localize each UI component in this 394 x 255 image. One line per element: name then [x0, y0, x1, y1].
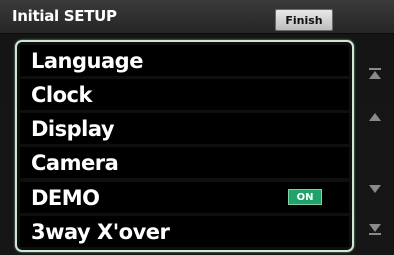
scroll-up-icon: [368, 112, 382, 122]
setup-menu-list: Language Clock Display Camera DEMO ON 3w…: [15, 40, 354, 252]
finish-button[interactable]: Finish: [275, 9, 333, 31]
demo-toggle[interactable]: ON: [288, 189, 322, 205]
menu-item-language[interactable]: Language: [20, 45, 349, 76]
scroll-down-button[interactable]: [364, 178, 386, 200]
menu-item-label: Clock: [31, 82, 92, 107]
page-title: Initial SETUP: [12, 7, 117, 25]
initial-setup-screen: Initial SETUP Finish Language Clock Disp…: [0, 0, 394, 255]
menu-item-label: DEMO: [31, 185, 100, 210]
menu-item-label: 3way X'over: [31, 219, 170, 244]
scroll-down-icon: [368, 184, 382, 194]
menu-item-display[interactable]: Display: [20, 113, 349, 144]
menu-item-clock[interactable]: Clock: [20, 79, 349, 110]
scroll-to-bottom-button[interactable]: [364, 218, 386, 240]
menu-item-3way-xover[interactable]: 3way X'over: [20, 216, 349, 247]
scroll-to-top-button[interactable]: [364, 63, 386, 85]
menu-item-camera[interactable]: Camera: [20, 147, 349, 178]
menu-item-label: Display: [31, 116, 115, 141]
scroll-to-top-icon: [368, 67, 382, 81]
menu-item-label: Camera: [31, 150, 119, 175]
header-bar: Initial SETUP Finish: [0, 0, 394, 34]
menu-item-demo[interactable]: DEMO ON: [20, 182, 349, 213]
menu-item-label: Language: [31, 48, 143, 73]
scroll-to-bottom-icon: [368, 222, 382, 236]
scroll-up-button[interactable]: [364, 106, 386, 128]
